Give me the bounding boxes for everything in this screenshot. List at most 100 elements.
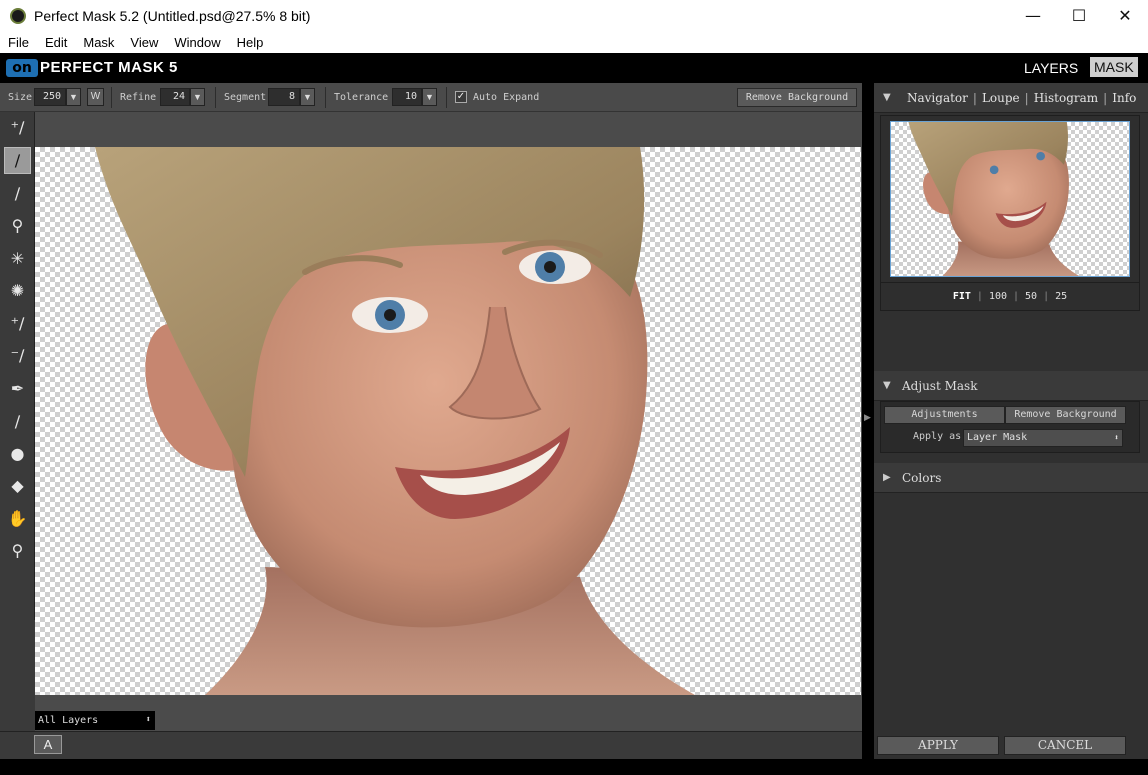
app-window: Perfect Mask 5.2 (Untitled.psd@27.5% 8 b… <box>0 0 1148 775</box>
splatter-icon[interactable]: ✺ <box>4 277 31 304</box>
apply-as-value: Layer Mask <box>967 432 1028 443</box>
layers-select[interactable]: All Layers ⬍ <box>35 711 155 730</box>
preview-thumbnail <box>908 122 1080 276</box>
tool-palette-filler <box>0 620 35 732</box>
segment-label: Segment <box>224 92 267 103</box>
refine-label: Refine <box>120 92 157 103</box>
tab-loupe[interactable]: Loupe <box>977 91 1025 105</box>
menu-edit[interactable]: Edit <box>37 35 75 50</box>
tab-navigator[interactable]: Navigator <box>902 91 973 105</box>
portrait-image <box>95 147 695 695</box>
updown-icon: ⬍ <box>1114 433 1119 442</box>
separator <box>111 87 112 108</box>
expanded-triangle-icon: ▼ <box>883 380 891 391</box>
action-buttons: APPLY CANCEL <box>874 736 1148 758</box>
zoom-separator: | <box>976 291 983 302</box>
brush-icon[interactable]: ∕ <box>4 180 31 207</box>
segment-dropdown-icon[interactable]: ▼ <box>300 88 315 106</box>
mode-layers-button[interactable]: LAYERS <box>1018 58 1084 78</box>
segment-field[interactable]: 8 <box>268 88 300 106</box>
keep-dropper-icon[interactable]: ⁺∕ <box>4 310 31 337</box>
adjust-mask-title: Adjust Mask <box>902 379 978 393</box>
separator <box>325 87 326 108</box>
auto-expand-label: Auto Expand <box>473 92 540 103</box>
colors-header[interactable]: ▶ Colors <box>874 463 1148 493</box>
app-icon <box>10 7 26 24</box>
zoom-presets: FIT | 100 | 50 | 25 <box>880 283 1140 311</box>
remove-background-button[interactable]: Remove Background <box>737 88 857 107</box>
chisel-icon[interactable]: ∕ <box>4 408 31 435</box>
w-button[interactable]: W <box>87 88 104 106</box>
mode-mask-button[interactable]: MASK <box>1090 57 1138 77</box>
window-title: Perfect Mask 5.2 (Untitled.psd@27.5% 8 b… <box>34 7 311 24</box>
paint-bucket-icon[interactable]: ◆ <box>4 472 31 499</box>
auto-expand-checkbox[interactable]: ✓ <box>455 91 467 103</box>
menu-help[interactable]: Help <box>229 35 272 50</box>
layers-select-value: All Layers <box>38 715 99 726</box>
navigator-preview-panel <box>880 115 1140 283</box>
close-icon[interactable]: ✕ <box>1102 0 1148 31</box>
refine-dropdown-icon[interactable]: ▼ <box>190 88 205 106</box>
tab-adjustments[interactable]: Adjustments <box>884 406 1005 424</box>
magic-brush-icon[interactable]: ✳ <box>4 245 31 272</box>
tab-histogram[interactable]: Histogram <box>1029 91 1103 105</box>
add-brush-icon[interactable]: ⁺∕ <box>4 114 31 141</box>
on1-logo: on <box>6 59 38 77</box>
tool-palette: ⁺∕ ∕ ∕ ⚲ ✳ ✺ ⁺∕ ⁻∕ ✒ ∕ ● ◆ ✋ ⚲ <box>0 112 35 620</box>
status-bar: A <box>0 731 862 759</box>
navigator-header: ▼ Navigator | Loupe | Histogram | Info <box>874 83 1148 113</box>
tool-options-bar: Size 250 ▼ W Refine 24 ▼ Segment 8 ▼ Tol… <box>0 83 862 112</box>
zoom-separator: | <box>1043 291 1050 302</box>
refine-field[interactable]: 24 <box>160 88 190 106</box>
tab-info[interactable]: Info <box>1107 91 1141 105</box>
cancel-button[interactable]: CANCEL <box>1004 736 1126 755</box>
zoom-50[interactable]: 50 <box>1025 291 1037 302</box>
apply-button[interactable]: APPLY <box>877 736 999 755</box>
tab-remove-background[interactable]: Remove Background <box>1005 406 1126 424</box>
apply-as-label: Apply as <box>913 431 962 442</box>
colors-title: Colors <box>902 471 942 485</box>
zoom-separator: | <box>1013 291 1020 302</box>
right-panel: ▼ Navigator | Loupe | Histogram | Info F… <box>874 83 1148 759</box>
apply-as-select[interactable]: Layer Mask ⬍ <box>963 429 1123 447</box>
menu-window[interactable]: Window <box>166 35 228 50</box>
separator <box>215 87 216 108</box>
tolerance-field[interactable]: 10 <box>392 88 422 106</box>
image-canvas[interactable] <box>35 147 861 695</box>
product-name: PERFECT MASK 5 <box>40 59 178 76</box>
collapsed-triangle-icon: ▶ <box>883 472 891 483</box>
maximize-icon[interactable]: ☐ <box>1056 0 1102 31</box>
size-field[interactable]: 250 <box>34 88 66 106</box>
tolerance-label: Tolerance <box>334 92 389 103</box>
canvas-bottom-strip <box>35 695 862 731</box>
smart-brush-icon[interactable]: ∕ <box>4 147 31 174</box>
updown-icon: ⬍ <box>145 715 151 725</box>
bottom-border <box>0 759 1148 775</box>
pen-icon[interactable]: ✒ <box>4 375 31 402</box>
navigator-tabs: Navigator | Loupe | Histogram | Info <box>902 91 1141 105</box>
zoom-fit[interactable]: FIT <box>953 291 971 302</box>
navigator-preview[interactable] <box>890 121 1130 277</box>
title-bar: Perfect Mask 5.2 (Untitled.psd@27.5% 8 b… <box>0 0 1148 31</box>
menu-file[interactable]: File <box>0 35 37 50</box>
minimize-icon[interactable]: — <box>1010 0 1056 31</box>
tolerance-dropdown-icon[interactable]: ▼ <box>422 88 437 106</box>
size-dropdown-icon[interactable]: ▼ <box>66 88 81 106</box>
window-controls: — ☐ ✕ <box>1010 0 1148 31</box>
zoom-icon[interactable]: ⚲ <box>4 537 31 564</box>
a-button[interactable]: A <box>34 735 62 754</box>
hand-icon[interactable]: ✋ <box>4 505 31 532</box>
size-label: Size <box>8 92 33 103</box>
expanded-triangle-icon[interactable]: ▼ <box>883 92 891 103</box>
separator <box>446 87 447 108</box>
menu-view[interactable]: View <box>122 35 166 50</box>
collapse-arrow-icon[interactable]: ▶ <box>864 412 871 423</box>
color-dropper-icon[interactable]: ⚲ <box>4 212 31 239</box>
brand-bar: on PERFECT MASK 5 LAYERS MASK <box>0 53 1148 83</box>
zoom-25[interactable]: 25 <box>1055 291 1067 302</box>
adjust-mask-header[interactable]: ▼ Adjust Mask <box>874 371 1148 401</box>
zoom-100[interactable]: 100 <box>989 291 1007 302</box>
drop-dropper-icon[interactable]: ⁻∕ <box>4 342 31 369</box>
blur-drop-icon[interactable]: ● <box>4 440 31 467</box>
menu-mask[interactable]: Mask <box>75 35 122 50</box>
